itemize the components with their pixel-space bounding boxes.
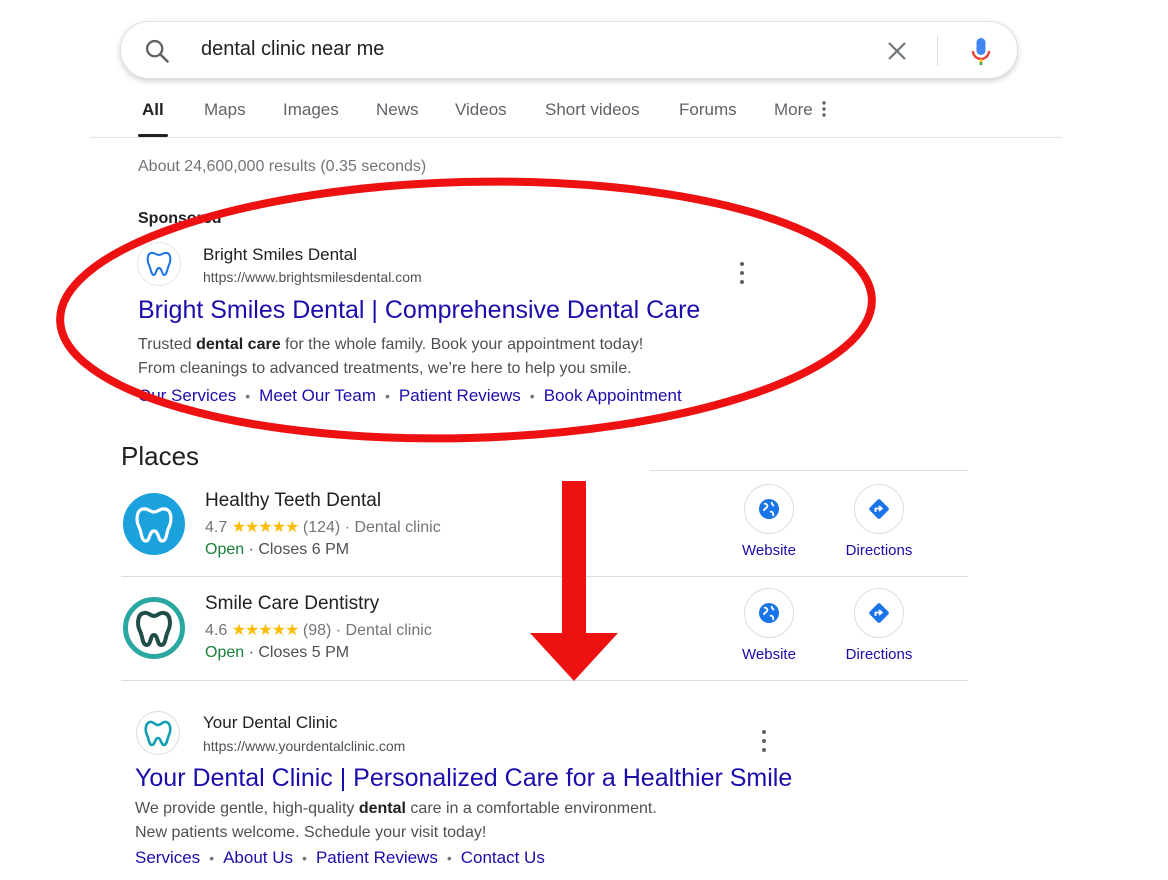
organic-site-name: Your Dental Clinic <box>203 713 338 732</box>
place-rating-row: 4.6 ★★★★★ (98) · Dental clinic <box>205 622 432 639</box>
tabs-divider <box>90 137 1062 138</box>
search-divider <box>937 36 938 66</box>
ad-title-link[interactable]: Bright Smiles Dental | Comprehensive Den… <box>138 296 700 325</box>
mic-icon[interactable] <box>969 36 993 68</box>
star-rating-icon: ★★★★★ <box>231 622 300 639</box>
directions-icon <box>869 499 889 519</box>
organic-url[interactable]: https://www.yourdentalclinic.com <box>203 738 405 754</box>
tab-more[interactable]: More <box>774 100 827 120</box>
organic-title-link[interactable]: Your Dental Clinic | Personalized Care f… <box>135 764 792 793</box>
place-name[interactable]: Healthy Teeth Dental <box>205 490 381 512</box>
annotation-overlay <box>56 177 876 681</box>
places-divider-top <box>650 470 968 471</box>
ad-favicon[interactable] <box>137 242 181 286</box>
search-icon[interactable] <box>143 37 171 65</box>
place-hours-row: Open · Closes 5 PM <box>205 644 350 661</box>
place-website-button[interactable]: Website <box>714 588 824 663</box>
tab-forums[interactable]: Forums <box>679 100 737 120</box>
annotation-arrow-shaft <box>562 481 586 633</box>
place-website-button[interactable]: Website <box>714 484 824 559</box>
places-divider-mid <box>121 576 968 577</box>
sitelink-book-appointment[interactable]: Book Appointment <box>544 386 682 405</box>
sitelink-meet-our-team[interactable]: Meet Our Team <box>259 386 376 405</box>
place-logo-smile-care[interactable] <box>123 597 185 659</box>
place-logo-healthy-teeth[interactable] <box>123 493 185 555</box>
clear-icon[interactable] <box>885 39 909 63</box>
place-directions-button[interactable]: Directions <box>824 484 934 559</box>
organic-favicon[interactable] <box>136 711 180 755</box>
organic-snippet-line-1: We provide gentle, high-quality dental c… <box>135 800 657 817</box>
place-name[interactable]: Smile Care Dentistry <box>205 593 379 615</box>
places-heading: Places <box>121 441 200 471</box>
more-vert-icon <box>822 101 827 117</box>
directions-icon <box>869 603 889 623</box>
tooth-icon <box>146 251 172 277</box>
place-rating-row: 4.7 ★★★★★ (124) · Dental clinic <box>205 519 441 536</box>
tooth-icon <box>144 720 172 747</box>
result-stats: About 24,600,000 results (0.35 seconds) <box>138 158 427 175</box>
ad-snippet-line-2: From cleanings to advanced treatments, w… <box>138 360 632 377</box>
place-hours-row: Open · Closes 6 PM <box>205 541 350 558</box>
sitelink-services[interactable]: Services <box>135 848 200 867</box>
sitelink-contact-us[interactable]: Contact Us <box>461 848 545 867</box>
ad-url[interactable]: https://www.brightsmilesdental.com <box>203 269 422 285</box>
star-rating-icon: ★★★★★ <box>231 519 300 536</box>
search-bar[interactable] <box>120 21 1018 79</box>
places-divider-bottom <box>121 680 968 681</box>
globe-icon <box>759 603 779 623</box>
sitelink-patient-reviews[interactable]: Patient Reviews <box>399 386 521 405</box>
tab-news[interactable]: News <box>376 100 419 120</box>
tab-maps[interactable]: Maps <box>204 100 246 120</box>
sitelink-patient-reviews[interactable]: Patient Reviews <box>316 848 438 867</box>
ad-more-options-icon[interactable] <box>739 262 745 284</box>
tab-videos[interactable]: Videos <box>455 100 507 120</box>
tab-all[interactable]: All <box>142 100 164 120</box>
place-directions-button[interactable]: Directions <box>824 588 934 663</box>
organic-snippet-line-2: New patients welcome. Schedule your visi… <box>135 824 487 841</box>
tab-images[interactable]: Images <box>283 100 339 120</box>
organic-more-options-icon[interactable] <box>761 730 767 752</box>
organic-sitelinks: Services • About Us • Patient Reviews • Contac… <box>135 848 545 867</box>
ad-sitelinks: Our Services • Meet Our Team • Patient Revie… <box>138 386 682 405</box>
sitelink-our-services[interactable]: Our Services <box>138 386 236 405</box>
annotation-arrow-head <box>530 633 618 681</box>
search-input[interactable] <box>201 38 801 61</box>
sponsored-label: Sponsored <box>138 210 222 227</box>
sitelink-about-us[interactable]: About Us <box>223 848 293 867</box>
globe-icon <box>759 499 779 519</box>
ad-snippet-line-1: Trusted dental care for the whole family… <box>138 336 644 353</box>
tab-short-videos[interactable]: Short videos <box>545 100 640 120</box>
tooth-icon <box>136 610 172 648</box>
tab-more-label: More <box>774 100 813 119</box>
tooth-icon <box>135 507 173 543</box>
ad-site-name: Bright Smiles Dental <box>203 245 358 264</box>
